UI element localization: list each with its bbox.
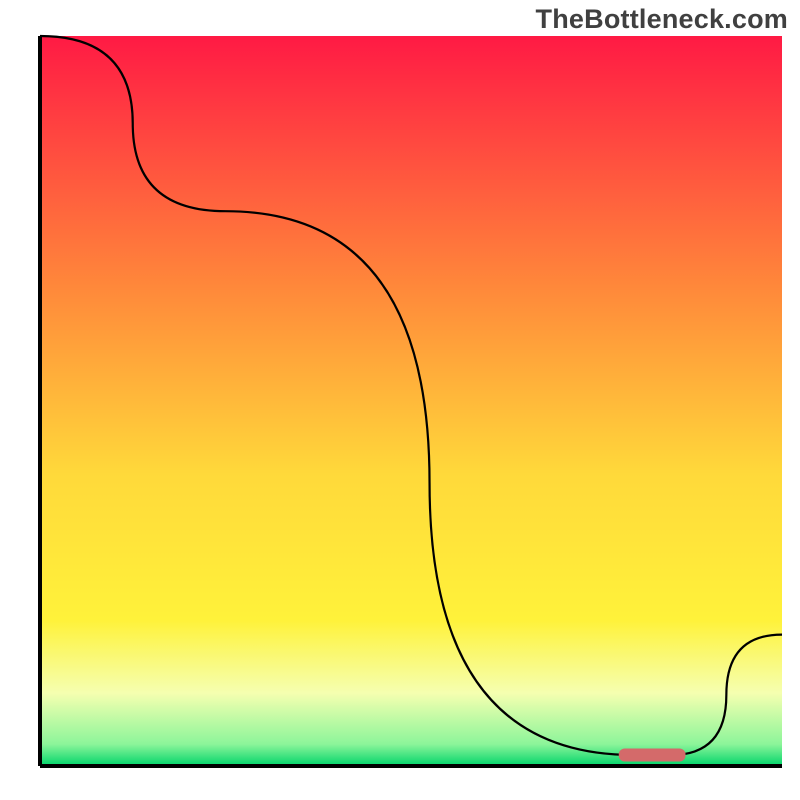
optimal-range-marker <box>619 749 686 762</box>
bottleneck-chart <box>0 0 800 800</box>
gradient-background <box>40 36 782 766</box>
watermark-text: TheBottleneck.com <box>536 4 788 35</box>
chart-stage: TheBottleneck.com <box>0 0 800 800</box>
